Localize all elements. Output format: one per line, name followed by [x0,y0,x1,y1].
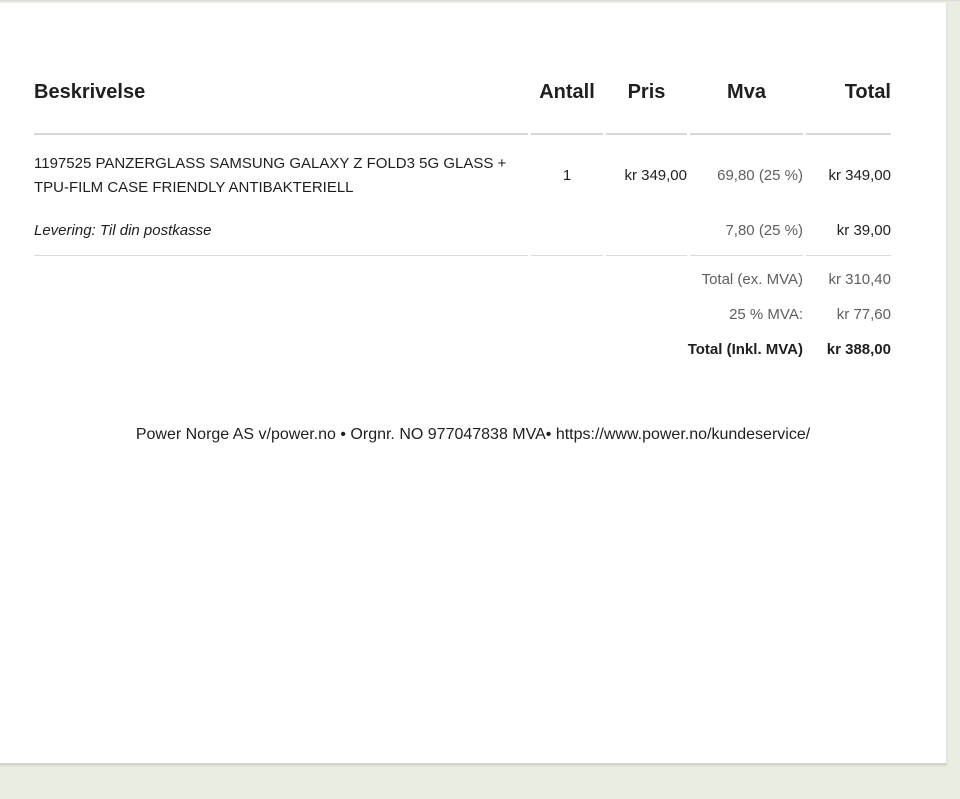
column-header-total: Total [806,70,891,135]
column-header-vat: Mva [690,70,803,135]
summary-row-total-ex-vat: Total (ex. MVA) kr 310,40 [34,256,891,288]
summary-row-vat-amount: 25 % MVA: kr 77,60 [34,288,891,323]
summary-label-vat-amount: 25 % MVA: [729,306,803,323]
summary-label-total-incl-vat: Total (Inkl. MVA) [687,341,803,358]
summary-label-total-ex-vat: Total (ex. MVA) [701,271,803,288]
shipping-description: Levering: Til din postkasse [34,209,528,256]
summary-value-total-incl-vat: kr 388,00 [826,341,891,358]
product-description: 1197525 PANZERGLASS SAMSUNG GALAXY Z FOL… [34,155,507,196]
shipping-total: kr 39,00 [806,209,891,256]
product-price: kr 349,00 [624,167,687,184]
shipping-quantity [531,209,603,256]
product-total: kr 349,00 [828,167,891,184]
table-header-row: Beskrivelse Antall Pris Mva Total [34,70,891,135]
shipping-vat: 7,80 (25 %) [690,209,803,256]
column-header-price: Pris [606,70,687,135]
invoice-card: Beskrivelse Antall Pris Mva Total 119752… [0,3,947,765]
product-vat: 69,80 (25 %) [717,167,803,184]
table-row-shipping: Levering: Til din postkasse 7,80 (25 %) … [34,209,891,256]
column-header-description: Beskrivelse [34,70,528,135]
summary-value-total-ex-vat: kr 310,40 [828,271,891,288]
product-quantity: 1 [562,167,572,184]
column-header-quantity: Antall [531,70,603,135]
footer-company-info: Power Norge AS v/power.no • Orgnr. NO 97… [135,426,811,443]
table-row-product: 1197525 PANZERGLASS SAMSUNG GALAXY Z FOL… [34,135,891,209]
invoice-table: Beskrivelse Antall Pris Mva Total 119752… [31,70,894,366]
summary-row-total-incl-vat: Total (Inkl. MVA) kr 388,00 [34,323,891,366]
shipping-price [606,209,687,256]
summary-value-vat-amount: kr 77,60 [836,306,891,323]
